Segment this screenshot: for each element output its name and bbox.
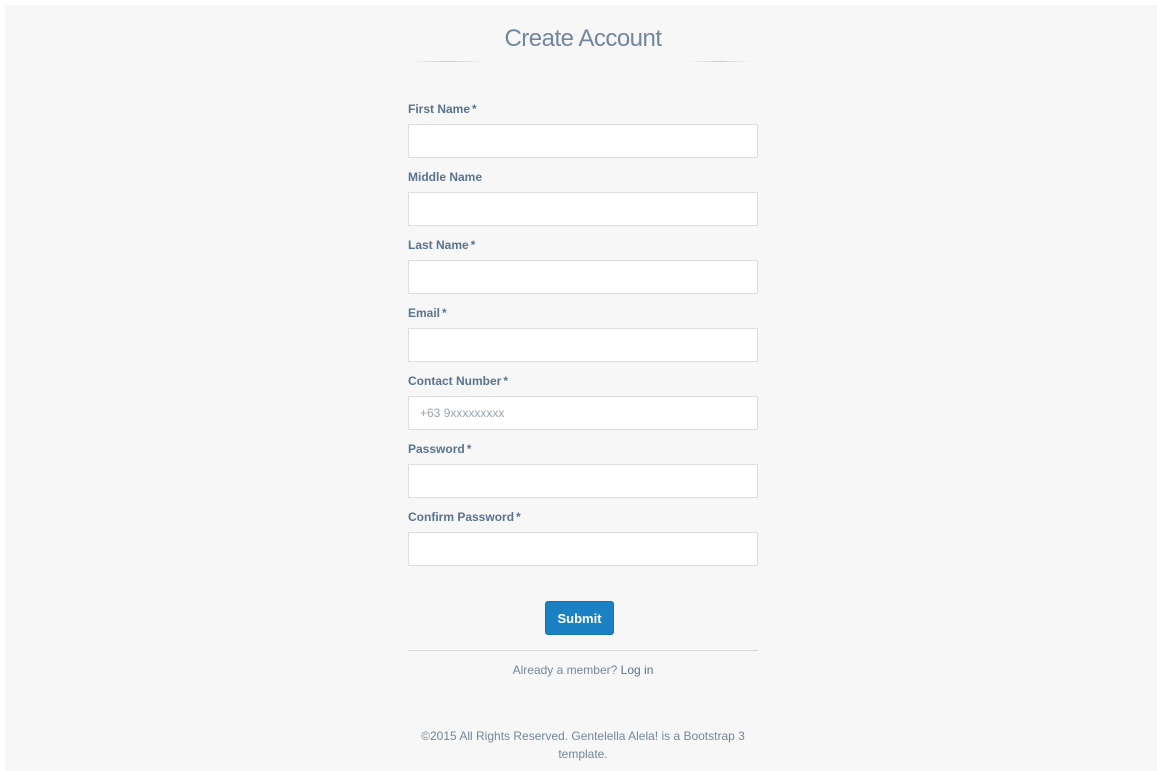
email-label: Email * [408,306,447,320]
password-label: Password * [408,442,471,456]
email-label-text: Email [408,306,441,320]
form-divider [408,650,758,651]
last-name-label-text: Last Name [408,238,469,252]
last-name-label: Last Name * [408,238,475,252]
last-name-input[interactable] [408,260,758,294]
title-divider-left [412,61,484,62]
login-link[interactable]: Log in [621,663,654,677]
confirm-password-label: Confirm Password * [408,510,521,524]
confirm-password-label-text: Confirm Password [408,510,515,524]
submit-button[interactable]: Submit [545,601,614,635]
password-input[interactable] [408,464,758,498]
first-name-label: First Name * [408,102,477,116]
title-divider-right [689,61,751,62]
confirm-password-input[interactable] [408,532,758,566]
first-name-input[interactable] [408,124,758,158]
page-title: Create Account [504,25,662,52]
required-asterisk: * [472,102,477,116]
middle-name-input[interactable] [408,192,758,226]
page-background: Create Account First Name * Middle Name L… [5,5,1157,771]
email-input[interactable] [408,328,758,362]
first-name-label-text: First Name [408,102,471,116]
required-asterisk: * [516,510,521,524]
member-prompt-text: Already a member? [512,663,618,677]
password-label-text: Password [408,442,465,456]
footer-copyright: ©2015 All Rights Reserved. Gentelella Al… [421,729,745,761]
required-asterisk: * [503,374,509,388]
middle-name-label: Middle Name [408,170,482,184]
required-asterisk: * [442,306,447,320]
login-prompt: Already a member? Log in [408,663,758,677]
form-header: Create Account [408,25,758,62]
required-asterisk: * [466,442,472,456]
middle-name-label-text: Middle Name [408,170,483,184]
contact-number-label: Contact Number * [408,374,508,388]
required-asterisk: * [470,238,476,252]
contact-number-label-text: Contact Number [408,374,502,388]
contact-number-input[interactable] [408,396,758,430]
